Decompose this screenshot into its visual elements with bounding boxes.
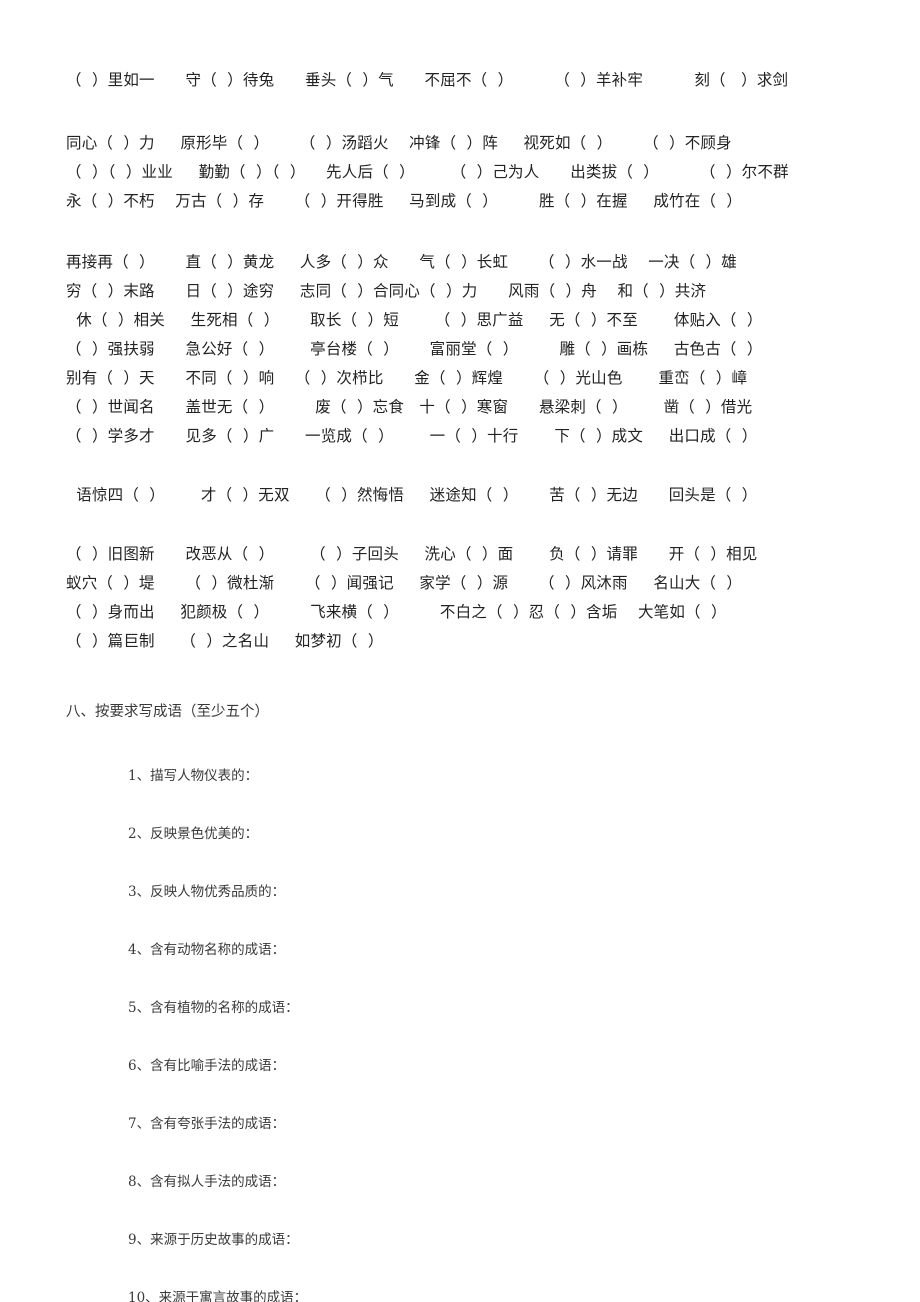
idiom-line: 再接再（ ） 直（ ）黄龙 人多（ ）众 气（ ）长虹 （ ）水一战 一决（ ）… — [66, 253, 737, 271]
idiom-block-1: （ ）里如一 守（ ）待兔 垂头（ ）气 不屈不（ ） （ ）羊补牢 刻（ ）求… — [66, 66, 865, 95]
requirement-item: 7、含有夸张手法的成语： — [128, 1116, 286, 1132]
idiom-line: （ ）身而出 犯颜极（ ） 飞来横（ ） 不白之（ ）忍（ ）含垢 大笔如（ ） — [66, 603, 727, 621]
idiom-block-3: 再接再（ ） 直（ ）黄龙 人多（ ）众 气（ ）长虹 （ ）水一战 一决（ ）… — [66, 248, 865, 451]
idiom-line: 语惊四（ ） 才（ ）无双 （ ）然悔悟 迷途知（ ） 苦（ ）无边 回头是（ … — [66, 486, 758, 504]
idiom-line: （ ）篇巨制 （ ）之名山 如梦初（ ） — [66, 632, 384, 650]
idiom-line: 穷（ ）末路 日（ ）途穷 志同（ ）合同心（ ）力 风雨（ ）舟 和（ ）共济 — [66, 282, 707, 300]
idiom-line: （ ）学多才 见多（ ）广 一览成（ ） 一（ ）十行 下（ ）成文 出口成（ … — [66, 427, 758, 445]
requirement-list: 1、描写人物仪表的： 2、反映景色优美的： 3、反映人物优秀品质的： 4、含有动… — [66, 766, 865, 1302]
idiom-line: （ ）旧图新 改恶从（ ） （ ）子回头 洗心（ ）面 负（ ）请罪 开（ ）相… — [66, 545, 758, 563]
idiom-block-5: （ ）旧图新 改恶从（ ） （ ）子回头 洗心（ ）面 负（ ）请罪 开（ ）相… — [66, 540, 865, 656]
requirement-item: 3、反映人物优秀品质的： — [128, 884, 286, 900]
requirement-item: 8、含有拟人手法的成语： — [128, 1174, 286, 1190]
requirement-item: 5、含有植物的名称的成语： — [128, 1000, 299, 1016]
requirement-item: 6、含有比喻手法的成语： — [128, 1058, 286, 1074]
requirement-item: 4、含有动物名称的成语： — [128, 942, 286, 958]
requirement-item: 10、来源于寓言故事的成语： — [128, 1290, 308, 1302]
requirement-item: 9、来源于历史故事的成语： — [128, 1232, 299, 1248]
idiom-line: 同心（ ）力 原形毕（ ） （ ）汤蹈火 冲锋（ ）阵 视死如（ ） （ ）不顾… — [66, 134, 732, 152]
idiom-line: （ ）（ ）业业 勤勤（ ）（ ） 先人后（ ） （ ）己为人 出类拔（ ） （… — [66, 163, 789, 181]
idiom-block-4: 语惊四（ ） 才（ ）无双 （ ）然悔悟 迷途知（ ） 苦（ ）无边 回头是（ … — [66, 481, 865, 510]
idiom-line: （ ）强扶弱 急公好（ ） 亭台楼（ ） 富丽堂（ ） 雕（ ）画栋 古色古（ … — [66, 340, 763, 358]
section-heading: 八、按要求写成语（至少五个） — [66, 704, 269, 720]
idiom-line: 别有（ ）天 不同（ ）响 （ ）次栉比 金（ ）辉煌 （ ）光山色 重峦（ ）… — [66, 369, 748, 387]
requirement-item: 2、反映景色优美的： — [128, 826, 259, 842]
idiom-line: 休（ ）相关 生死相（ ） 取长（ ）短 （ ）思广益 无（ ）不至 体贴入（ … — [66, 311, 763, 329]
page-content: （ ）里如一 守（ ）待兔 垂头（ ）气 不屈不（ ） （ ）羊补牢 刻（ ）求… — [0, 0, 920, 1302]
worksheet-page: （ ）里如一 守（ ）待兔 垂头（ ）气 不屈不（ ） （ ）羊补牢 刻（ ）求… — [0, 0, 920, 1302]
idiom-line: 永（ ）不朽 万古（ ）存 （ ）开得胜 马到成（ ） 胜（ ）在握 成竹在（ … — [66, 192, 743, 210]
idiom-line: 蚁穴（ ）堤 （ ）微杜渐 （ ）闻强记 家学（ ）源 （ ）风沐雨 名山大（ … — [66, 574, 743, 592]
idiom-line: （ ）世闻名 盖世无（ ） 废（ ）忘食 十（ ）寒窗 悬梁刺（ ） 凿（ ）借… — [66, 398, 753, 416]
idiom-block-2: 同心（ ）力 原形毕（ ） （ ）汤蹈火 冲锋（ ）阵 视死如（ ） （ ）不顾… — [66, 129, 865, 216]
idiom-line: （ ）里如一 守（ ）待兔 垂头（ ）气 不屈不（ ） （ ）羊补牢 刻（ ）求… — [66, 71, 789, 89]
requirement-item: 1、描写人物仪表的： — [128, 768, 259, 784]
